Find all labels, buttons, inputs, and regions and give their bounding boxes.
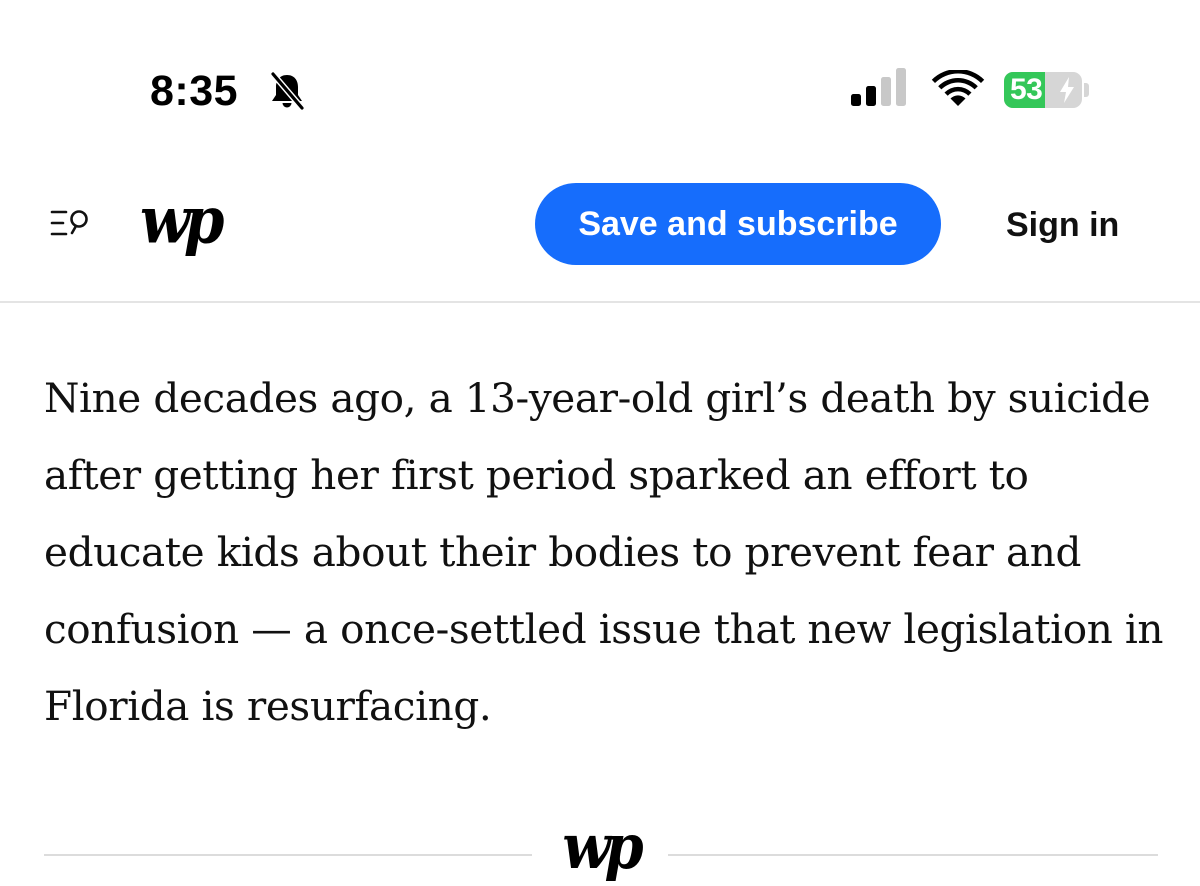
charging-bolt-icon	[1060, 77, 1074, 103]
status-time: 8:35	[150, 67, 239, 115]
wifi-icon	[931, 70, 985, 106]
washington-post-logo[interactable]: wp	[140, 186, 225, 253]
cellular-signal-icon	[851, 68, 906, 106]
site-header: wp Save and subscribe Sign in	[0, 150, 1200, 303]
article-paragraph: Nine decades ago, a 13-year-old girl’s d…	[44, 374, 1164, 730]
battery-icon: 53	[1004, 72, 1082, 108]
menu-search-icon[interactable]	[48, 206, 96, 242]
battery-percentage: 53	[1010, 73, 1043, 106]
battery-cap	[1084, 83, 1089, 97]
save-and-subscribe-button[interactable]: Save and subscribe	[535, 183, 941, 265]
bell-slash-icon	[270, 71, 305, 111]
sign-in-link[interactable]: Sign in	[1006, 200, 1119, 250]
status-bar: 8:35 53	[0, 0, 1200, 150]
divider-logo: wp	[532, 808, 668, 886]
